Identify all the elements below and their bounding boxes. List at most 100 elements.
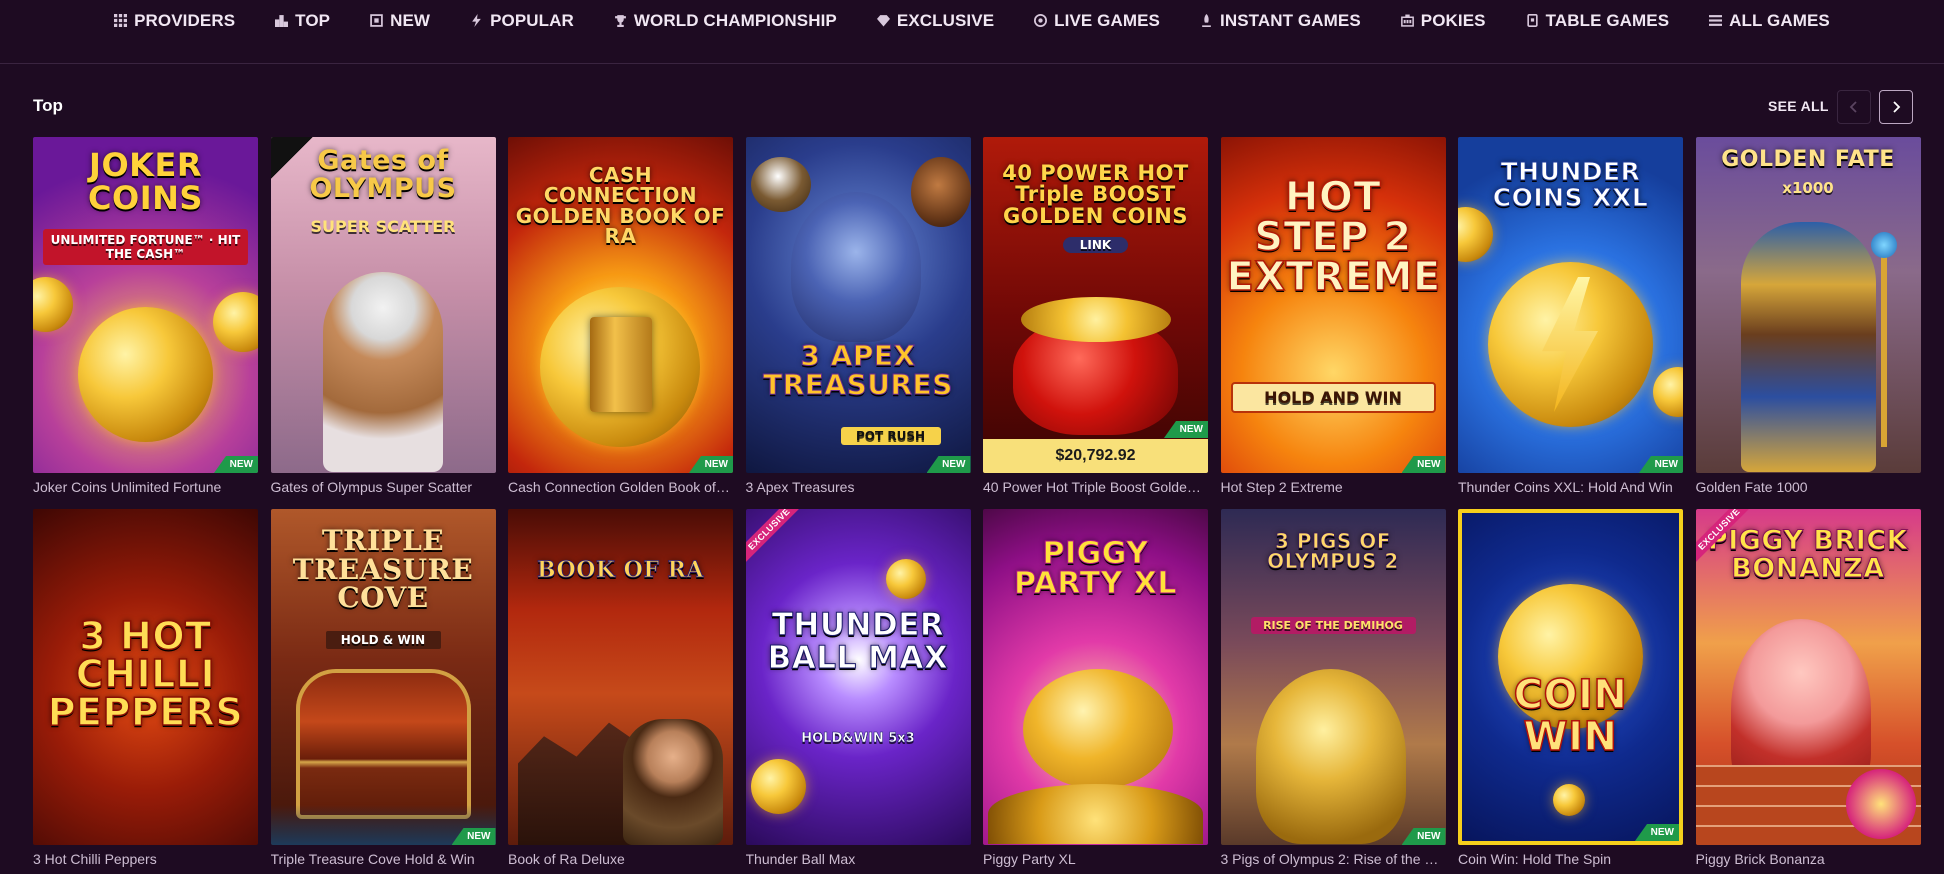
game-thumbnail[interactable]: CASH CONNECTION GOLDEN BOOK OF RA NEW	[508, 137, 733, 473]
game-art-subtitle: HOLD AND WIN	[1230, 382, 1436, 413]
corner-ribbon	[270, 137, 313, 179]
see-all-link[interactable]: SEE ALL	[1768, 98, 1829, 114]
game-thumbnail[interactable]: JOKER COINS UNLIMITED FORTUNE™ · HIT THE…	[33, 137, 258, 473]
game-card[interactable]: GOLDEN FATE x1000 Golden Fate 1000	[1695, 137, 1921, 497]
game-card[interactable]: BOOK OF RA Book of Ra Deluxe	[508, 509, 733, 869]
book-graphic	[590, 317, 652, 412]
game-title: Cash Connection Golden Book of Ra	[508, 479, 733, 495]
game-art-subtitle: UNLIMITED FORTUNE™ · HIT THE CASH™	[43, 229, 248, 265]
game-title: Piggy Party XL	[983, 851, 1076, 867]
gold-pile	[1021, 297, 1171, 342]
game-card[interactable]: PIGGY PARTY XL Piggy Party XL	[983, 509, 1208, 869]
exclusive-label: EXCLUSIVE	[745, 509, 806, 566]
game-thumbnail[interactable]: 3 APEX TREASURES POT RUSH NEW	[745, 137, 971, 473]
game-thumbnail[interactable]: BOOK OF RA	[508, 509, 733, 845]
nav-label: PROVIDERS	[134, 10, 236, 30]
nav-top[interactable]: TOP	[275, 11, 330, 31]
staff-art	[1880, 247, 1887, 447]
game-art-subtitle: HOLD & WIN	[325, 631, 441, 649]
nav-pokies[interactable]: POKIES	[1400, 11, 1486, 31]
game-thumbnail[interactable]: GOLDEN FATE x1000	[1695, 137, 1921, 473]
game-art-title: PIGGY PARTY XL	[1013, 536, 1178, 601]
carousel-prev-button[interactable]	[1837, 90, 1871, 124]
nav-table-games[interactable]: TABLE GAMES	[1526, 11, 1670, 31]
game-thumbnail[interactable]: Gates of OLYMPUS SUPER SCATTER	[270, 137, 496, 473]
nav-exclusive[interactable]: EXCLUSIVE	[876, 11, 994, 31]
game-art-subtitle: x1000	[1782, 179, 1834, 197]
carousel-next-button[interactable]	[1879, 90, 1913, 124]
game-art-title: TRIPLE TREASURE COVE	[292, 524, 474, 615]
slot-machine-icon	[1400, 14, 1414, 27]
game-card[interactable]: 3 HOT CHILLI PEPPERS 3 Hot Chilli Pepper…	[33, 509, 258, 869]
game-card[interactable]: COIN WIN NEW Coin Win: Hold The Spin	[1458, 509, 1683, 869]
game-title: Joker Coins Unlimited Fortune	[33, 479, 222, 495]
new-badge: NEW	[1635, 824, 1679, 841]
nav-label: TABLE GAMES	[1545, 10, 1670, 30]
game-thumbnail[interactable]: 40 POWER HOT Triple BOOST GOLDEN COINS L…	[983, 137, 1208, 473]
coin-graphic	[1653, 367, 1683, 417]
new-badge: NEW	[926, 456, 971, 473]
game-card[interactable]: TRIPLE TREASURE COVE HOLD & WIN NEW Trip…	[270, 509, 496, 869]
nav-live-games[interactable]: LIVE GAMES	[1034, 11, 1160, 31]
game-card[interactable]: 3 APEX TREASURES POT RUSH NEW 3 Apex Tre…	[745, 137, 971, 497]
game-art-subtitle: HOLD&WIN 5x3	[801, 731, 915, 747]
nav-all-games[interactable]: ALL GAMES	[1709, 11, 1830, 31]
game-art-title: 3 HOT CHILLI PEPPERS	[47, 614, 244, 734]
nav-label: NEW	[390, 10, 431, 30]
game-thumbnail[interactable]: HOT STEP 2 EXTREME HOLD AND WIN NEW	[1220, 137, 1446, 473]
piggy-bank-art	[1023, 669, 1173, 789]
game-card[interactable]: HOT STEP 2 EXTREME HOLD AND WIN NEW Hot …	[1220, 137, 1446, 497]
nav-popular[interactable]: POPULAR	[470, 11, 574, 31]
nav-label: WORLD CHAMPIONSHIP	[633, 10, 837, 30]
game-art-title: COIN WIN	[1513, 672, 1628, 760]
nav-label: TOP	[295, 10, 331, 30]
game-art-title: GOLDEN FATE	[1721, 147, 1895, 172]
game-card[interactable]: Gates of OLYMPUS SUPER SCATTER Gates of …	[270, 137, 496, 497]
chevron-left-icon	[1849, 101, 1857, 113]
nav-instant-games[interactable]: INSTANT GAMES	[1200, 11, 1361, 31]
game-card[interactable]: THUNDER BALL MAX HOLD&WIN 5x3 EXCLUSIVE …	[745, 509, 971, 869]
new-badge: NEW	[1164, 421, 1208, 438]
game-card[interactable]: JOKER COINS UNLIMITED FORTUNE™ · HIT THE…	[33, 137, 258, 497]
game-thumbnail[interactable]: COIN WIN NEW	[1458, 509, 1683, 845]
game-thumbnail[interactable]: PIGGY PARTY XL	[983, 509, 1208, 845]
game-art-title: CASH CONNECTION GOLDEN BOOK OF RA	[515, 163, 726, 249]
wolf-art	[790, 192, 921, 342]
nav-label: INSTANT GAMES	[1220, 10, 1361, 30]
coin-graphic	[213, 292, 258, 352]
game-thumbnail[interactable]: THUNDER BALL MAX HOLD&WIN 5x3 EXCLUSIVE	[745, 509, 971, 845]
coin-graphic	[1458, 207, 1493, 262]
exclusive-ribbon: EXCLUSIVE	[1695, 509, 1756, 569]
game-thumbnail[interactable]: 3 HOT CHILLI PEPPERS	[33, 509, 258, 845]
nav-new[interactable]: NEW	[370, 11, 430, 31]
game-title: Triple Treasure Cove Hold & Win	[270, 851, 475, 867]
game-card[interactable]: 40 POWER HOT Triple BOOST GOLDEN COINS L…	[983, 137, 1208, 497]
new-badge: NEW	[1639, 456, 1683, 473]
game-card[interactable]: CASH CONNECTION GOLDEN BOOK OF RA NEW Ca…	[508, 137, 733, 497]
trophy-icon	[614, 14, 627, 27]
coin-graphic	[750, 759, 806, 814]
game-card[interactable]: 3 PIGS OF OLYMPUS 2 RISE OF THE DEMIHOG …	[1220, 509, 1446, 869]
game-thumbnail[interactable]: TRIPLE TREASURE COVE HOLD & WIN NEW	[270, 509, 496, 845]
game-art-title: 40 POWER HOT Triple BOOST GOLDEN COINS	[1002, 161, 1189, 228]
new-badge: NEW	[1401, 456, 1446, 473]
game-art-title: THUNDER COINS XXL	[1492, 157, 1649, 212]
new-icon	[370, 14, 383, 27]
game-card[interactable]: PIGGY BRICK BONANZA EXCLUSIVE Piggy Bric…	[1695, 509, 1921, 869]
game-title: Piggy Brick Bonanza	[1695, 851, 1825, 867]
new-badge: NEW	[1401, 828, 1446, 845]
section-title: Top	[33, 96, 63, 115]
game-card[interactable]: THUNDER COINS XXL NEW Thunder Coins XXL:…	[1458, 137, 1683, 497]
character-art	[322, 272, 443, 472]
nav-providers[interactable]: PROVIDERS	[114, 11, 235, 31]
coin-graphic	[1553, 784, 1585, 816]
game-thumbnail[interactable]: PIGGY BRICK BONANZA EXCLUSIVE	[1695, 509, 1921, 845]
game-thumbnail[interactable]: 3 PIGS OF OLYMPUS 2 RISE OF THE DEMIHOG …	[1220, 509, 1446, 845]
nav-world-championship[interactable]: WORLD CHAMPIONSHIP	[614, 11, 837, 31]
game-title: 3 Hot Chilli Peppers	[33, 851, 157, 867]
bear-art	[910, 157, 971, 227]
game-thumbnail[interactable]: THUNDER COINS XXL NEW	[1458, 137, 1683, 473]
game-title: Gates of Olympus Super Scatter	[270, 479, 473, 495]
coin-graphic	[33, 277, 73, 332]
game-title: 40 Power Hot Triple Boost Golden Coins L…	[983, 479, 1208, 495]
